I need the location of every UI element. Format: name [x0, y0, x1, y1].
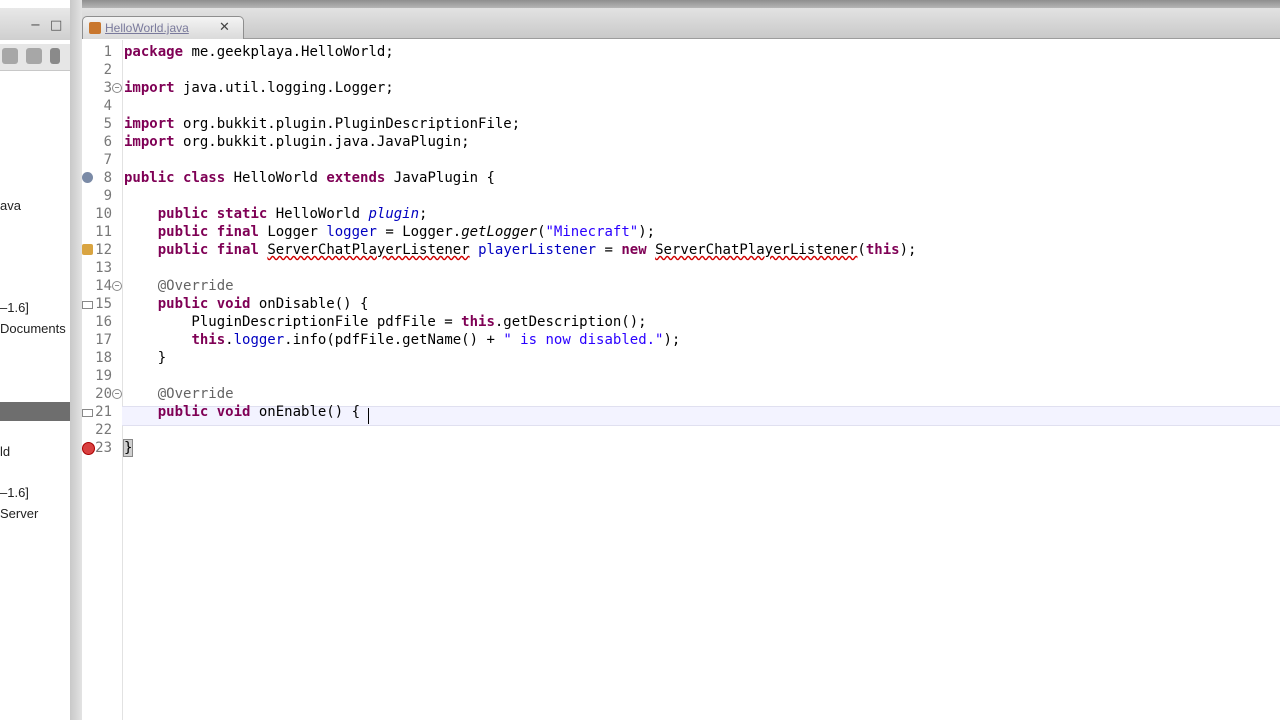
tree-item[interactable]: Documents [0, 321, 66, 336]
line-number: 6 [103, 134, 112, 150]
line-number: 10 [95, 206, 112, 222]
code-line: 6 import org.bukkit.plugin.java.JavaPlug… [82, 133, 1280, 151]
line-number: 22 [95, 422, 112, 438]
code-text: this.logger.info(pdfFile.getName() + " i… [191, 332, 681, 348]
code-line: 7 [82, 151, 1280, 169]
editor-tab-bar: HelloWorld.java ✕ [82, 8, 1280, 39]
code-line: 4 [82, 97, 1280, 115]
window-toolbar [0, 0, 1280, 8]
tab-label: HelloWorld.java [105, 21, 189, 35]
code-line: 14 − @Override [82, 277, 1280, 295]
code-line: 2 [82, 61, 1280, 79]
panel-sash[interactable] [70, 0, 82, 720]
tree-item-selected[interactable] [0, 402, 70, 421]
line-number: 15 [95, 296, 112, 312]
code-text: } [124, 350, 167, 366]
code-text: import org.bukkit.plugin.PluginDescripti… [124, 116, 521, 132]
line-number: 3 [103, 80, 112, 96]
code-text: public void onDisable() { [157, 296, 369, 312]
collapse-all-icon[interactable] [2, 48, 18, 64]
code-line: 13 [82, 259, 1280, 277]
line-number: 14 [95, 278, 112, 294]
line-number: 19 [95, 368, 112, 384]
code-text: @Override [157, 386, 234, 402]
line-number: 9 [103, 188, 112, 204]
package-explorer-panel: − □ ava –1.6] Documents ld –1.6] Server [0, 0, 71, 720]
code-text: public void onEnable() { [157, 404, 361, 420]
fold-toggle-icon[interactable]: − [112, 83, 122, 93]
code-line: 3 − import java.util.logging.Logger; [82, 79, 1280, 97]
code-line: 19 [82, 367, 1280, 385]
line-number: 1 [103, 44, 112, 60]
code-text: PluginDescriptionFile pdfFile = this.get… [124, 314, 647, 330]
line-number: 16 [95, 314, 112, 330]
code-line: 1 package me.geekplaya.HelloWorld; [82, 43, 1280, 61]
code-line: 23 } [82, 439, 1280, 457]
fold-toggle-icon[interactable]: − [112, 281, 122, 291]
code-text: @Override [157, 278, 234, 294]
code-line: 21 public void onEnable() { [82, 403, 1280, 421]
code-text: public final Logger logger = Logger.getL… [157, 224, 656, 240]
line-number: 20 [95, 386, 112, 402]
text-caret [368, 408, 369, 424]
code-line: 16 PluginDescriptionFile pdfFile = this.… [82, 313, 1280, 331]
line-number: 7 [103, 152, 112, 168]
package-explorer-header: − □ [0, 8, 70, 40]
tree-item[interactable]: ld [0, 444, 10, 459]
code-line: 8 public class HelloWorld extends JavaPl… [82, 169, 1280, 187]
code-text: public static HelloWorld plugin; [157, 206, 428, 222]
code-text: package me.geekplaya.HelloWorld; [124, 44, 394, 60]
code-text: import org.bukkit.plugin.java.JavaPlugin… [124, 134, 470, 150]
line-number: 23 [95, 440, 112, 456]
link-editor-icon[interactable] [26, 48, 42, 64]
code-editor[interactable]: 1 package me.geekplaya.HelloWorld; 2 3 −… [82, 40, 1280, 720]
view-menu-icon[interactable] [50, 48, 60, 64]
line-number: 17 [95, 332, 112, 348]
code-line: 18 } [82, 349, 1280, 367]
code-text: } [122, 439, 134, 457]
close-icon[interactable]: ✕ [219, 20, 230, 35]
code-line: 9 [82, 187, 1280, 205]
line-number: 18 [95, 350, 112, 366]
java-file-icon [89, 22, 101, 34]
tab-helloworld-java[interactable]: HelloWorld.java ✕ [82, 16, 244, 39]
minimize-icon[interactable]: − [30, 18, 41, 33]
line-number: 13 [95, 260, 112, 276]
code-line: 11 public final Logger logger = Logger.g… [82, 223, 1280, 241]
code-line: 22 [82, 421, 1280, 439]
tree-item[interactable]: ava [0, 198, 21, 213]
line-number: 4 [103, 98, 112, 114]
maximize-icon[interactable]: □ [50, 18, 62, 33]
tree-item[interactable]: Server [0, 506, 38, 521]
line-number: 8 [103, 170, 112, 186]
code-line: 17 this.logger.info(pdfFile.getName() + … [82, 331, 1280, 349]
code-line: 15 public void onDisable() { [82, 295, 1280, 313]
line-number: 21 [95, 404, 112, 420]
line-number: 11 [95, 224, 112, 240]
package-explorer-toolbar [0, 44, 70, 71]
code-text: public class HelloWorld extends JavaPlug… [124, 170, 495, 186]
code-line: 5 import org.bukkit.plugin.PluginDescrip… [82, 115, 1280, 133]
fold-toggle-icon[interactable]: − [112, 389, 122, 399]
code-text: public final ServerChatPlayerListener pl… [157, 242, 917, 258]
code-line: 20 − @Override [82, 385, 1280, 403]
code-line: 10 public static HelloWorld plugin; [82, 205, 1280, 223]
code-text: import java.util.logging.Logger; [124, 80, 394, 96]
code-line: 12 public final ServerChatPlayerListener… [82, 241, 1280, 259]
tree-item[interactable]: –1.6] [0, 300, 29, 315]
line-number: 2 [103, 62, 112, 78]
line-number: 5 [103, 116, 112, 132]
line-number: 12 [95, 242, 112, 258]
tree-item[interactable]: –1.6] [0, 485, 29, 500]
